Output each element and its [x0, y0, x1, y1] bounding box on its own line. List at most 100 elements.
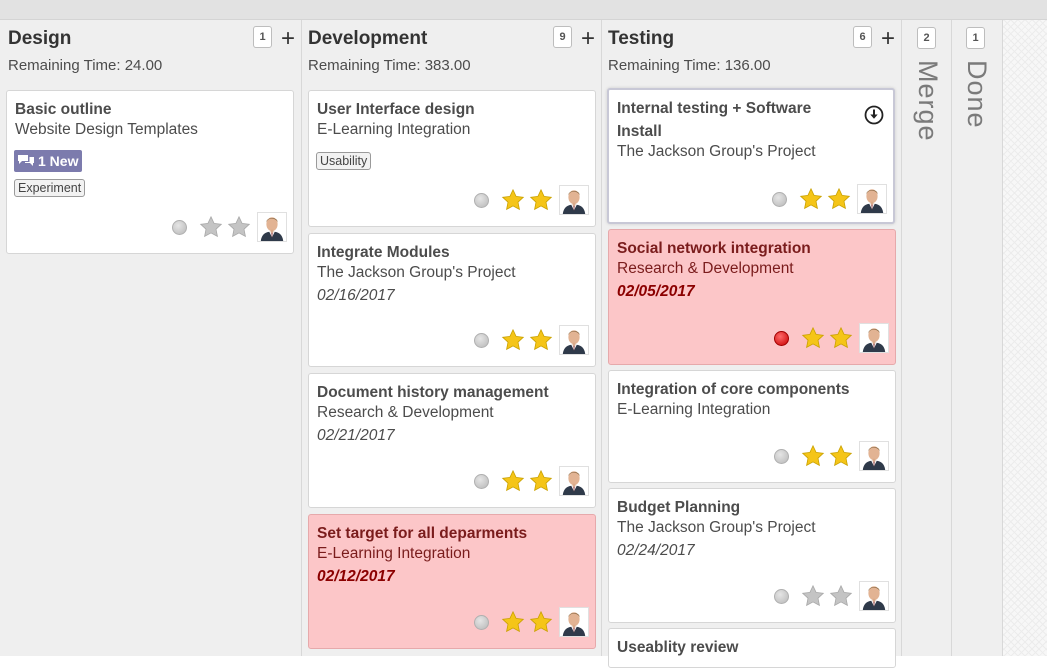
kanban-board: Design 1 + Remaining Time: 24.00 Basic o…	[0, 20, 1047, 668]
star-icon[interactable]	[529, 610, 553, 634]
column-count: 1	[253, 26, 272, 48]
task-card[interactable]: User Interface design E-Learning Integra…	[308, 90, 596, 227]
column-header: Development 9 + Remaining Time: 383.00	[302, 20, 601, 86]
avatar	[859, 323, 889, 353]
card-title: Social network integration	[617, 240, 811, 257]
avatar	[559, 607, 589, 637]
download-circle-icon[interactable]	[863, 104, 885, 126]
column-title[interactable]: Development	[308, 28, 427, 50]
star-icon[interactable]	[827, 187, 851, 211]
new-messages-badge[interactable]: 1 New	[14, 150, 83, 172]
status-dot-icon[interactable]	[774, 448, 789, 464]
star-icon[interactable]	[801, 326, 825, 350]
column-title[interactable]: Merge	[912, 60, 943, 142]
column-title[interactable]: Design	[8, 28, 71, 50]
column-title[interactable]: Testing	[608, 28, 674, 50]
card-footer	[774, 581, 889, 611]
card-title: Internal testing + Software Install	[617, 100, 812, 140]
card-deadline: 02/16/2017	[317, 287, 395, 304]
card-project: Research & Development	[317, 404, 494, 421]
task-card[interactable]: Integration of core components E-Learnin…	[608, 370, 896, 483]
card-deadline: 02/24/2017	[617, 542, 695, 559]
top-bar	[0, 0, 1047, 20]
message-icon	[18, 155, 34, 166]
status-dot-icon[interactable]	[172, 219, 187, 235]
status-dot-icon[interactable]	[772, 191, 787, 207]
card-title: Document history management	[317, 384, 549, 401]
status-dot-icon[interactable]	[774, 588, 789, 604]
card-footer	[172, 212, 287, 242]
card-project: E-Learning Integration	[617, 401, 771, 418]
card-deadline: 02/21/2017	[317, 427, 395, 444]
new-messages-label: 1 New	[38, 153, 79, 169]
task-card[interactable]: Basic outline Website Design Templates 1…	[6, 90, 294, 254]
star-icon[interactable]	[199, 215, 223, 239]
status-dot-icon[interactable]	[474, 473, 489, 489]
star-icon[interactable]	[799, 187, 823, 211]
quick-create-button[interactable]: +	[879, 27, 897, 51]
star-icon[interactable]	[529, 328, 553, 352]
card-footer	[474, 607, 589, 637]
column-header: Testing 6 + Remaining Time: 136.00	[602, 20, 901, 86]
star-icon[interactable]	[801, 444, 825, 468]
task-card[interactable]: Internal testing + Software Install The …	[607, 88, 895, 224]
card-title: User Interface design	[317, 101, 475, 118]
card-deadline: 02/05/2017	[617, 283, 695, 300]
star-icon[interactable]	[829, 444, 853, 468]
task-card[interactable]: Set target for all deparments E-Learning…	[308, 514, 596, 649]
column-count: 9	[553, 26, 572, 48]
quick-create-button[interactable]: +	[579, 27, 597, 51]
column-count: 2	[917, 27, 936, 49]
column-count: 1	[966, 27, 985, 49]
card-project: Research & Development	[617, 260, 794, 277]
column-development: Development 9 + Remaining Time: 383.00 U…	[302, 20, 602, 656]
column-remaining-time: Remaining Time: 24.00	[8, 57, 163, 74]
avatar	[559, 466, 589, 496]
status-dot-icon[interactable]	[474, 192, 489, 208]
column-done-folded[interactable]: 1 Done	[952, 20, 1003, 656]
star-icon[interactable]	[529, 188, 553, 212]
task-card[interactable]: Social network integration Research & De…	[608, 229, 896, 365]
column-remaining-time: Remaining Time: 136.00	[608, 57, 771, 74]
card-footer	[774, 323, 889, 353]
star-icon[interactable]	[801, 584, 825, 608]
task-card[interactable]: Document history management Research & D…	[308, 373, 596, 508]
status-dot-icon[interactable]	[774, 330, 789, 346]
star-icon[interactable]	[829, 584, 853, 608]
column-count: 6	[853, 26, 872, 48]
status-dot-icon[interactable]	[474, 332, 489, 348]
column-merge-folded[interactable]: 2 Merge	[902, 20, 952, 656]
card-project: Website Design Templates	[15, 121, 198, 138]
avatar	[859, 581, 889, 611]
card-title: Set target for all deparments	[317, 525, 528, 542]
card-project: The Jackson Group's Project	[617, 143, 816, 160]
star-icon[interactable]	[829, 326, 853, 350]
star-icon[interactable]	[501, 188, 525, 212]
avatar	[257, 212, 287, 242]
column-header: Design 1 + Remaining Time: 24.00	[0, 20, 301, 86]
task-card[interactable]: Useablity review	[608, 628, 896, 668]
task-card[interactable]: Integrate Modules The Jackson Group's Pr…	[308, 233, 596, 367]
card-footer	[474, 325, 589, 355]
avatar	[859, 441, 889, 471]
status-dot-icon[interactable]	[474, 614, 489, 630]
star-icon[interactable]	[501, 328, 525, 352]
card-title: Budget Planning	[617, 499, 741, 516]
column-testing: Testing 6 + Remaining Time: 136.00 Inter…	[602, 20, 902, 668]
empty-board-area	[1003, 20, 1047, 656]
star-icon[interactable]	[227, 215, 251, 239]
task-card[interactable]: Budget Planning The Jackson Group's Proj…	[608, 488, 896, 623]
star-icon[interactable]	[529, 469, 553, 493]
star-icon[interactable]	[501, 610, 525, 634]
avatar	[559, 325, 589, 355]
card-project: The Jackson Group's Project	[317, 264, 516, 281]
card-tag: Experiment	[14, 179, 86, 197]
card-project: E-Learning Integration	[317, 121, 471, 138]
card-footer	[474, 185, 589, 215]
column-remaining-time: Remaining Time: 383.00	[308, 57, 471, 74]
star-icon[interactable]	[501, 469, 525, 493]
card-title: Basic outline	[15, 101, 112, 118]
column-title[interactable]: Done	[961, 60, 992, 129]
quick-create-button[interactable]: +	[279, 27, 297, 51]
card-title: Integration of core components	[617, 381, 850, 398]
